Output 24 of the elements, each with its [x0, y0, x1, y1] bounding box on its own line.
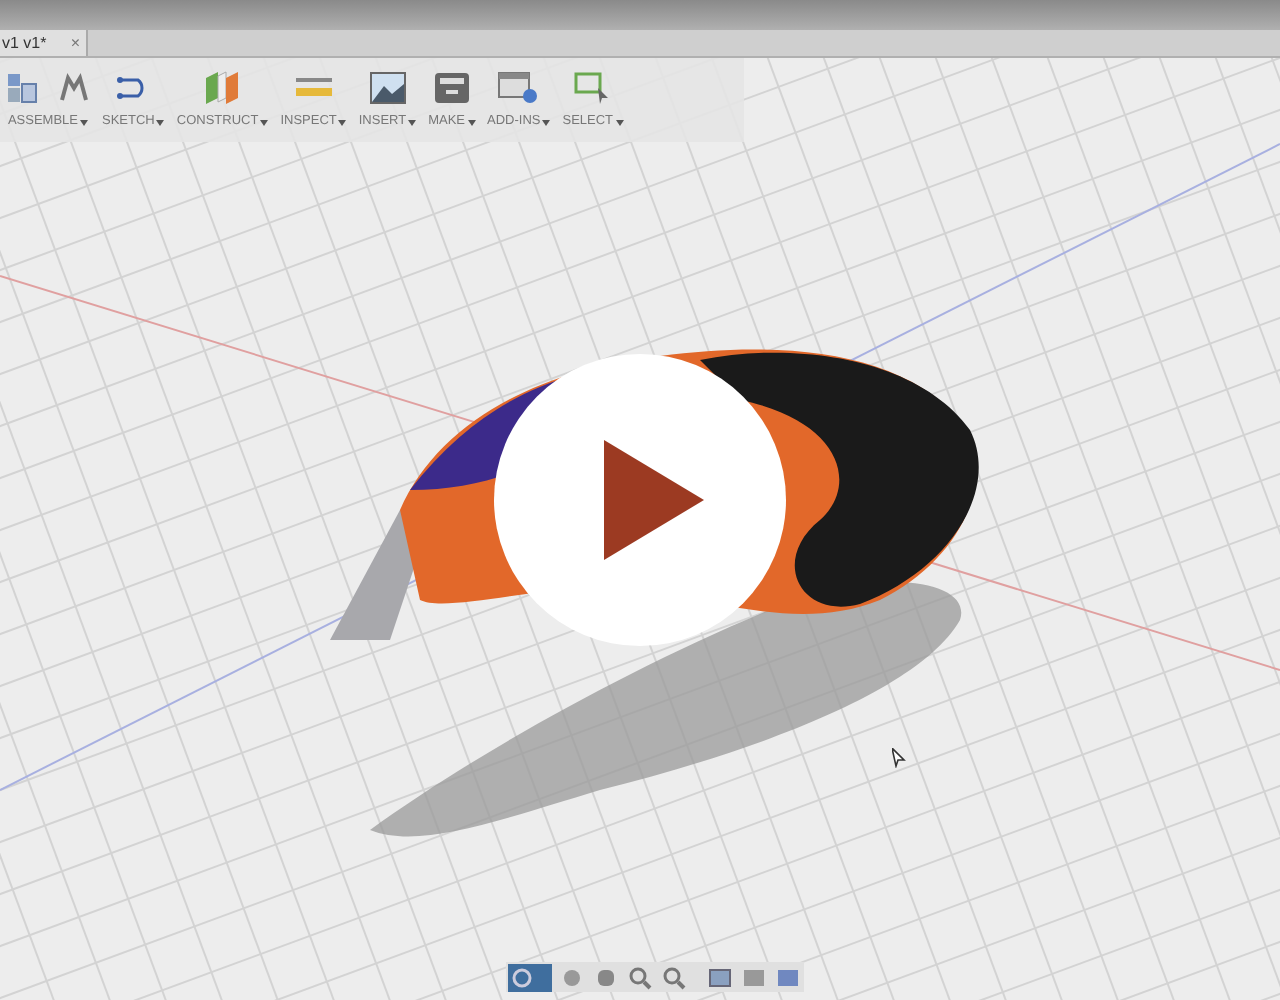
orbit-icon[interactable] [508, 963, 552, 991]
mouse-cursor-icon [892, 748, 906, 768]
selection-icon [574, 72, 611, 104]
measure-icon [295, 76, 332, 100]
caret-icon [408, 119, 417, 126]
caret-icon [338, 119, 347, 126]
fit-icon[interactable] [660, 963, 688, 991]
close-button[interactable]: × [70, 35, 80, 51]
planes-icon [202, 70, 243, 106]
caret-icon [156, 119, 165, 126]
add-ins-icon [498, 72, 539, 104]
document-tab[interactable]: v1 v1* × [0, 30, 88, 56]
play-button[interactable] [494, 354, 786, 646]
component-icon [6, 72, 38, 104]
tab-title: v1 v1* [2, 35, 47, 51]
caret-icon [467, 119, 475, 126]
caret-icon [260, 119, 269, 126]
display-icon[interactable] [706, 963, 734, 991]
printer-icon [433, 72, 470, 104]
zoom-icon[interactable] [626, 963, 654, 991]
image-icon [369, 72, 406, 104]
caret-icon [80, 119, 89, 126]
caret-icon [615, 119, 624, 126]
caret-icon [542, 119, 551, 126]
